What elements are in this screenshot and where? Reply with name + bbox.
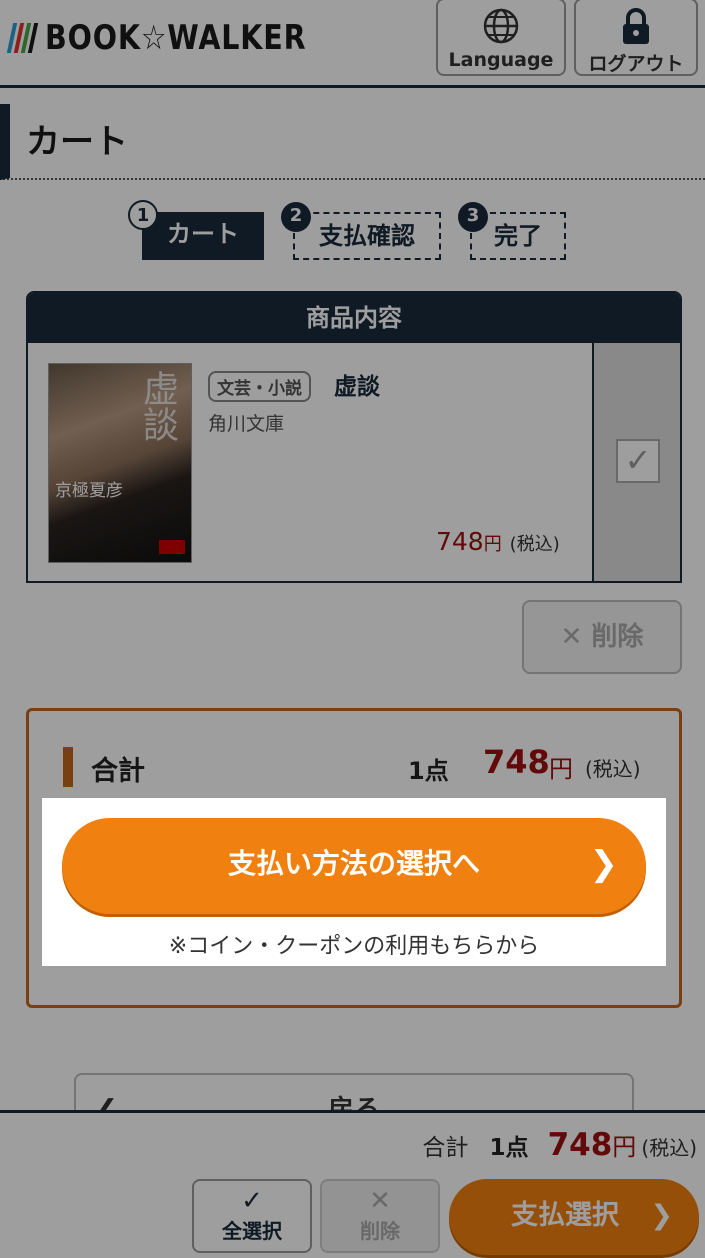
product-title-link[interactable]: 虚談: [334, 367, 380, 401]
delete-button[interactable]: ✕ 削除: [522, 600, 682, 674]
cover-title: 虚談: [137, 370, 178, 442]
item-count: 1点: [408, 757, 449, 785]
step-label: 完了: [494, 222, 542, 250]
price-value: 748: [436, 527, 484, 556]
footer-total-label: 合計: [422, 1135, 469, 1161]
step-complete: 3 完了: [458, 202, 566, 260]
select-column: ✓: [592, 343, 680, 581]
footer-payment-select-button[interactable]: 支払選択 ❯: [449, 1179, 699, 1255]
pay-button-label: 支払い方法の選択へ: [227, 847, 480, 880]
delete-label: 削除: [591, 622, 644, 652]
book-walker-logo[interactable]: BOOK☆WALKER: [6, 18, 356, 58]
footer-delete-button[interactable]: ✕ 削除: [320, 1179, 440, 1253]
product-list: 商品内容 虚談 京極夏彦 文芸・小説 虚談 角川文庫 748円 (税込) ✓: [26, 291, 682, 583]
globe-icon: [438, 6, 564, 46]
cover-author: 京極夏彦: [55, 481, 123, 501]
product-price: 748円 (税込): [436, 527, 560, 556]
tax-note: (税込): [509, 534, 560, 555]
step-number: 3: [458, 202, 488, 232]
step-number: 1: [128, 200, 158, 230]
step-label: 支払確認: [319, 222, 415, 250]
logout-label: ログアウト: [588, 53, 684, 75]
highlighted-pay-area: 支払い方法の選択へ ❯ ※コイン・クーポンの利用もちらから: [42, 798, 666, 966]
checkmark-icon: ✓: [624, 441, 652, 479]
lock-icon: [576, 6, 696, 46]
cover-badge: [159, 540, 185, 554]
currency-label: 円: [549, 755, 573, 783]
step-number: 2: [281, 202, 311, 232]
coin-coupon-note: ※コイン・クーポンの利用もちらから: [168, 934, 540, 959]
select-all-button[interactable]: ✓ 全選択: [192, 1179, 312, 1253]
product-list-heading: 商品内容: [28, 293, 680, 343]
book-cover-image[interactable]: 虚談 京極夏彦: [48, 363, 192, 563]
select-payment-method-button[interactable]: 支払い方法の選択へ ❯: [62, 818, 646, 914]
logo-bars-icon: [6, 23, 39, 53]
checkout-steps: 1 カート 2 支払確認 3 完了: [0, 200, 705, 272]
footer-item-count: 1点: [489, 1135, 529, 1161]
page-title: カート: [26, 122, 128, 162]
language-label: Language: [448, 49, 554, 71]
footer-total-price: 748: [547, 1127, 613, 1163]
step-payment-confirm: 2 支払確認: [281, 202, 441, 260]
language-button[interactable]: Language: [436, 0, 566, 76]
logout-button[interactable]: ログアウト: [574, 0, 698, 76]
close-icon: ✕: [369, 1186, 391, 1216]
checkmark-icon: ✓: [241, 1186, 263, 1216]
publisher-label: 角川文庫: [208, 413, 285, 435]
step-cart: 1 カート: [128, 200, 264, 260]
footer-delete-label: 削除: [360, 1219, 400, 1243]
total-price: 748: [483, 743, 550, 781]
currency-label: 円: [612, 1133, 637, 1161]
summary-accent-bar: [63, 747, 73, 787]
header: BOOK☆WALKER Language ログアウト: [0, 0, 705, 88]
close-icon: ✕: [560, 622, 583, 652]
footer-pay-label: 支払選択: [511, 1200, 619, 1231]
chevron-right-icon: ❯: [650, 1200, 673, 1231]
select-all-label: 全選択: [222, 1219, 282, 1243]
summary-total-row: 合計 1点 748 円 (税込): [63, 743, 651, 791]
logo-text: BOOK☆WALKER: [45, 18, 307, 58]
currency-label: 円: [483, 534, 502, 555]
step-label: カート: [167, 220, 239, 248]
item-checkbox[interactable]: ✓: [616, 439, 660, 483]
page-title-bar: カート: [0, 104, 705, 180]
footer-bar: 合計 1点 748円 (税込) ✓ 全選択 ✕ 削除 支払選択 ❯: [0, 1110, 705, 1258]
tax-note: (税込): [585, 757, 641, 781]
genre-badge: 文芸・小説: [208, 371, 311, 402]
summary-label: 合計: [91, 756, 145, 787]
chevron-right-icon: ❯: [589, 844, 619, 884]
tax-note: (税込): [641, 1136, 697, 1160]
footer-total: 合計 1点 748円 (税込): [422, 1127, 697, 1163]
cart-page: カート 1 カート 2 支払確認 3 完了 商品内容 虚談 京極夏彦 文芸・小説…: [0, 88, 705, 1258]
